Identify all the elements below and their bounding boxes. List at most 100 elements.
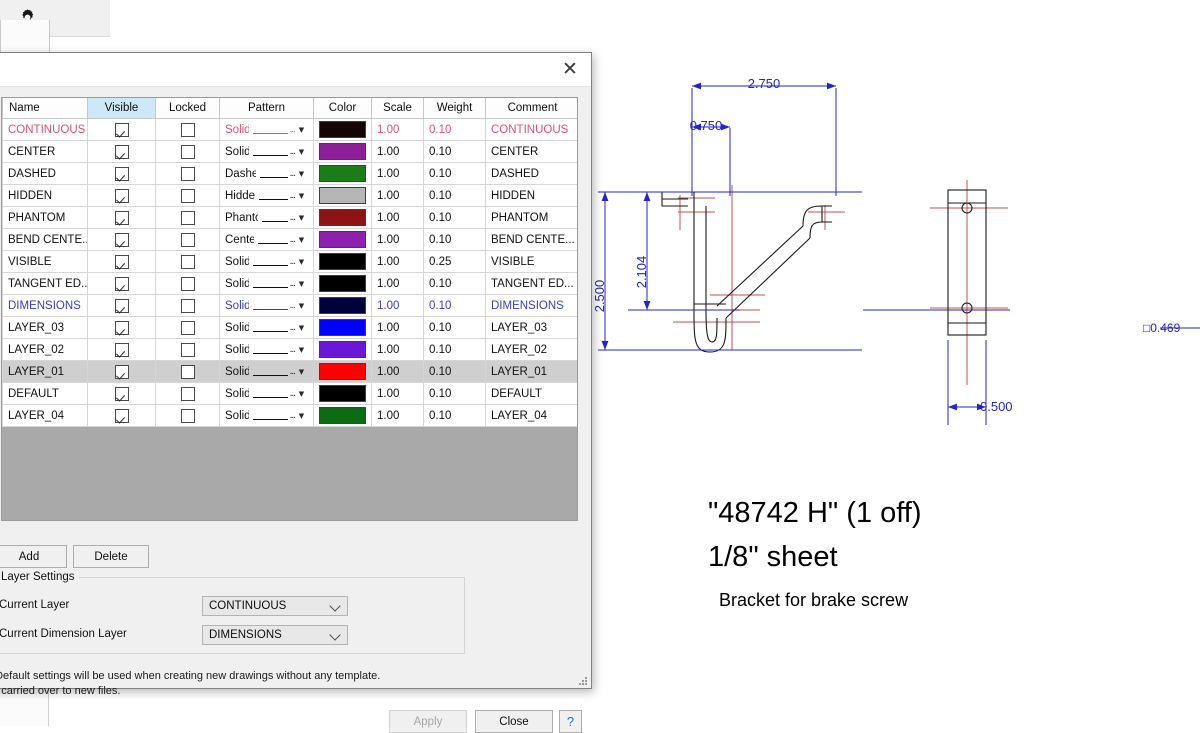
table-row[interactable]: LAYER_04 Solid... ▼ 1.00 0.10 LAYER_04 [2, 404, 577, 427]
table-row[interactable]: LAYER_03 Solid... ▼ 1.00 0.10 LAYER_03 [2, 316, 577, 339]
cell-weight[interactable]: 0.25 [423, 250, 486, 273]
cell-name[interactable]: CONTINUOUS [2, 118, 88, 141]
cell-locked[interactable] [155, 140, 220, 163]
color-swatch[interactable] [319, 253, 366, 270]
cell-visible[interactable] [87, 228, 156, 251]
chevron-down-icon[interactable]: ▼ [295, 126, 308, 134]
cell-pattern[interactable]: Dashed...▼ [219, 162, 314, 185]
cell-scale[interactable]: 1.00 [371, 162, 424, 185]
cell-color[interactable] [313, 382, 372, 405]
cell-weight[interactable]: 0.10 [423, 382, 486, 405]
color-swatch[interactable] [319, 165, 366, 182]
table-row[interactable]: DEFAULT Solid... ▼ 1.00 0.10 DEFAULT [2, 382, 577, 405]
cell-comment[interactable]: LAYER_02 [485, 338, 577, 361]
cell-pattern[interactable]: Center...▼ [219, 228, 314, 251]
cell-weight[interactable]: 0.10 [423, 206, 486, 229]
cell-color[interactable] [313, 272, 372, 295]
layers-table-container[interactable]: Name Visible Locked Pattern Color Scale … [1, 97, 578, 521]
cell-locked[interactable] [155, 404, 220, 427]
cell-color[interactable] [313, 228, 372, 251]
cell-comment[interactable]: LAYER_04 [485, 404, 577, 427]
cell-color[interactable] [313, 360, 372, 383]
checkbox-visible[interactable] [114, 232, 129, 247]
cell-pattern[interactable]: Solid... ▼ [219, 272, 314, 295]
color-swatch[interactable] [319, 143, 366, 160]
cell-visible[interactable] [87, 162, 156, 185]
checkbox-locked[interactable] [180, 342, 195, 357]
color-swatch[interactable] [319, 385, 366, 402]
cell-scale[interactable]: 1.00 [371, 272, 424, 295]
chevron-down-icon[interactable]: ▼ [295, 412, 308, 420]
cell-scale[interactable]: 1.00 [371, 250, 424, 273]
checkbox-locked[interactable] [180, 188, 195, 203]
cell-scale[interactable]: 1.00 [371, 404, 424, 427]
cell-comment[interactable]: LAYER_01 [485, 360, 577, 383]
cell-name[interactable]: PHANTOM [2, 206, 88, 229]
cell-locked[interactable] [155, 162, 220, 185]
add-button[interactable]: Add [0, 545, 67, 568]
apply-button[interactable]: Apply [389, 710, 467, 733]
cell-comment[interactable]: DEFAULT [485, 382, 577, 405]
table-row[interactable]: TANGENT ED... Solid... ▼ 1.00 0.10 TANGENT ED… [2, 272, 577, 295]
cell-name[interactable]: LAYER_01 [2, 360, 88, 383]
cell-pattern[interactable]: Solid... ▼ [219, 250, 314, 273]
cell-visible[interactable] [87, 404, 156, 427]
cell-comment[interactable]: VISIBLE [485, 250, 577, 273]
cell-visible[interactable] [87, 250, 156, 273]
cell-comment[interactable]: HIDDEN [485, 184, 577, 207]
cell-visible[interactable] [87, 140, 156, 163]
table-row[interactable]: HIDDENHidden...▼1.000.10HIDDEN [2, 184, 577, 207]
cell-name[interactable]: HIDDEN [2, 184, 88, 207]
cell-color[interactable] [313, 206, 372, 229]
checkbox-locked[interactable] [180, 320, 195, 335]
cell-pattern[interactable]: Solid... ▼ [219, 360, 314, 383]
cell-color[interactable] [313, 338, 372, 361]
cell-name[interactable]: BEND CENTE... [2, 228, 88, 251]
cell-pattern[interactable]: Solid... ▼ [219, 140, 314, 163]
cell-weight[interactable]: 0.10 [423, 272, 486, 295]
table-row[interactable]: PHANTOMPhantom...▼1.000.10PHANTOM [2, 206, 577, 229]
cell-pattern[interactable]: Hidden...▼ [219, 184, 314, 207]
checkbox-locked[interactable] [180, 232, 195, 247]
table-row[interactable]: BEND CENTE...Center...▼1.000.10BEND CENT… [2, 228, 577, 251]
table-row[interactable]: LAYER_02 Solid... ▼ 1.00 0.10 LAYER_02 [2, 338, 577, 361]
cell-visible[interactable] [87, 184, 156, 207]
cell-pattern[interactable]: Solid... ▼ [219, 294, 314, 317]
checkbox-visible[interactable] [114, 166, 129, 181]
dialog-title-bar[interactable]: ✕ [0, 53, 591, 87]
current-dimension-layer-select[interactable]: DIMENSIONS [202, 625, 348, 645]
cell-comment[interactable]: LAYER_03 [485, 316, 577, 339]
column-header-color[interactable]: Color [313, 98, 372, 119]
chevron-down-icon[interactable]: ▼ [295, 280, 308, 288]
checkbox-locked[interactable] [180, 386, 195, 401]
table-row[interactable]: DIMENSIONS Solid... ▼ 1.00 0.10 DIMENSIONS [2, 294, 577, 317]
cell-weight[interactable]: 0.10 [423, 162, 486, 185]
cell-name[interactable]: CENTER [2, 140, 88, 163]
resize-grip[interactable] [577, 674, 588, 685]
chevron-down-icon[interactable]: ▼ [295, 368, 308, 376]
cell-name[interactable]: DEFAULT [2, 382, 88, 405]
checkbox-visible[interactable] [114, 408, 129, 423]
checkbox-visible[interactable] [114, 254, 129, 269]
cell-pattern[interactable]: Solid... ▼ [219, 404, 314, 427]
cell-locked[interactable] [155, 272, 220, 295]
cell-name[interactable]: LAYER_04 [2, 404, 88, 427]
cell-locked[interactable] [155, 360, 220, 383]
checkbox-locked[interactable] [180, 364, 195, 379]
chevron-down-icon[interactable]: ▼ [295, 170, 308, 178]
cell-weight[interactable]: 0.10 [423, 228, 486, 251]
checkbox-visible[interactable] [114, 144, 129, 159]
column-header-scale[interactable]: Scale [371, 98, 424, 119]
checkbox-visible[interactable] [114, 342, 129, 357]
cell-visible[interactable] [87, 272, 156, 295]
chevron-down-icon[interactable]: ▼ [295, 390, 308, 398]
checkbox-locked[interactable] [180, 254, 195, 269]
cell-locked[interactable] [155, 184, 220, 207]
help-button[interactable]: ? [559, 710, 582, 733]
cell-scale[interactable]: 1.00 [371, 316, 424, 339]
cell-scale[interactable]: 1.00 [371, 382, 424, 405]
cell-scale[interactable]: 1.00 [371, 140, 424, 163]
cell-color[interactable] [313, 184, 372, 207]
cell-visible[interactable] [87, 206, 156, 229]
cell-scale[interactable]: 1.00 [371, 228, 424, 251]
